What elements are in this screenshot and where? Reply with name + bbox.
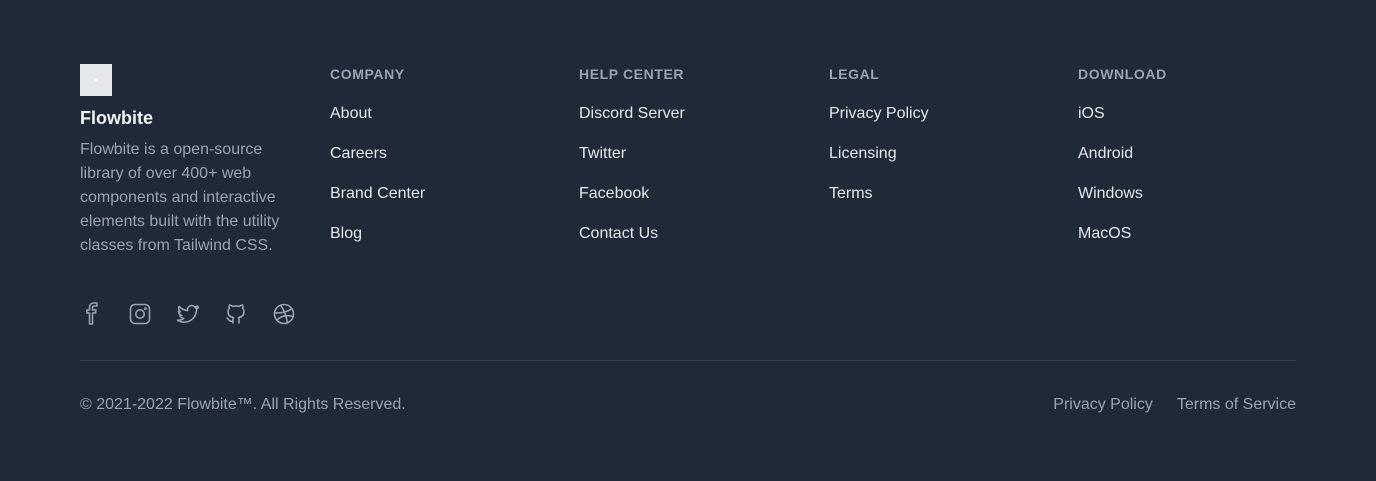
footer-link-contact-us[interactable]: Contact Us — [579, 222, 685, 246]
link-list: Privacy Policy Licensing Terms — [829, 102, 929, 206]
footer-link-brand-center[interactable]: Brand Center — [330, 182, 425, 206]
footer-link-windows[interactable]: Windows — [1078, 182, 1167, 206]
brand-block: Flowbite Flowbite is a open-source libra… — [80, 64, 298, 258]
footer-link-discord[interactable]: Discord Server — [579, 102, 685, 126]
twitter-icon[interactable] — [176, 302, 200, 326]
social-links — [80, 302, 296, 326]
column-heading: HELP CENTER — [579, 66, 685, 82]
column-help-center: HELP CENTER Discord Server Twitter Faceb… — [579, 64, 685, 262]
footer-link-privacy-policy[interactable]: Privacy Policy — [829, 102, 929, 126]
column-legal: LEGAL Privacy Policy Licensing Terms — [829, 64, 929, 222]
footer-link-android[interactable]: Android — [1078, 142, 1167, 166]
footer-link-careers[interactable]: Careers — [330, 142, 425, 166]
bottom-link-privacy-policy[interactable]: Privacy Policy — [1053, 393, 1153, 417]
bottom-links: Privacy Policy Terms of Service — [1053, 393, 1296, 417]
footer-link-terms[interactable]: Terms — [829, 182, 929, 206]
link-list: iOS Android Windows MacOS — [1078, 102, 1167, 246]
bottom-link-terms-of-service[interactable]: Terms of Service — [1177, 393, 1296, 417]
footer-link-ios[interactable]: iOS — [1078, 102, 1167, 126]
brand-description: Flowbite is a open-source library of ove… — [80, 141, 280, 254]
link-list: About Careers Brand Center Blog — [330, 102, 425, 246]
footer-link-twitter[interactable]: Twitter — [579, 142, 685, 166]
column-heading: DOWNLOAD — [1078, 66, 1167, 82]
link-list: Discord Server Twitter Facebook Contact … — [579, 102, 685, 246]
dribbble-icon[interactable] — [272, 302, 296, 326]
column-heading: LEGAL — [829, 66, 880, 82]
column-download: DOWNLOAD iOS Android Windows MacOS — [1078, 64, 1167, 262]
column-heading: COMPANY — [330, 66, 405, 82]
logo-image[interactable] — [80, 64, 112, 96]
instagram-icon[interactable] — [128, 302, 152, 326]
github-icon[interactable] — [224, 302, 248, 326]
footer-link-facebook[interactable]: Facebook — [579, 182, 685, 206]
facebook-icon[interactable] — [80, 302, 104, 326]
footer-top: Flowbite Flowbite is a open-source libra… — [80, 64, 1296, 328]
footer-link-licensing[interactable]: Licensing — [829, 142, 929, 166]
footer-link-blog[interactable]: Blog — [330, 222, 425, 246]
brand-name: Flowbite — [80, 108, 153, 128]
copyright-text: © 2021-2022 Flowbite™. All Rights Reserv… — [80, 396, 406, 413]
footer-divider — [80, 360, 1296, 361]
site-footer: Flowbite Flowbite is a open-source libra… — [0, 0, 1376, 481]
footer-link-macos[interactable]: MacOS — [1078, 222, 1167, 246]
footer-link-about[interactable]: About — [330, 102, 425, 126]
footer-bottom: © 2021-2022 Flowbite™. All Rights Reserv… — [80, 393, 1296, 417]
column-company: COMPANY About Careers Brand Center Blog — [330, 64, 425, 262]
